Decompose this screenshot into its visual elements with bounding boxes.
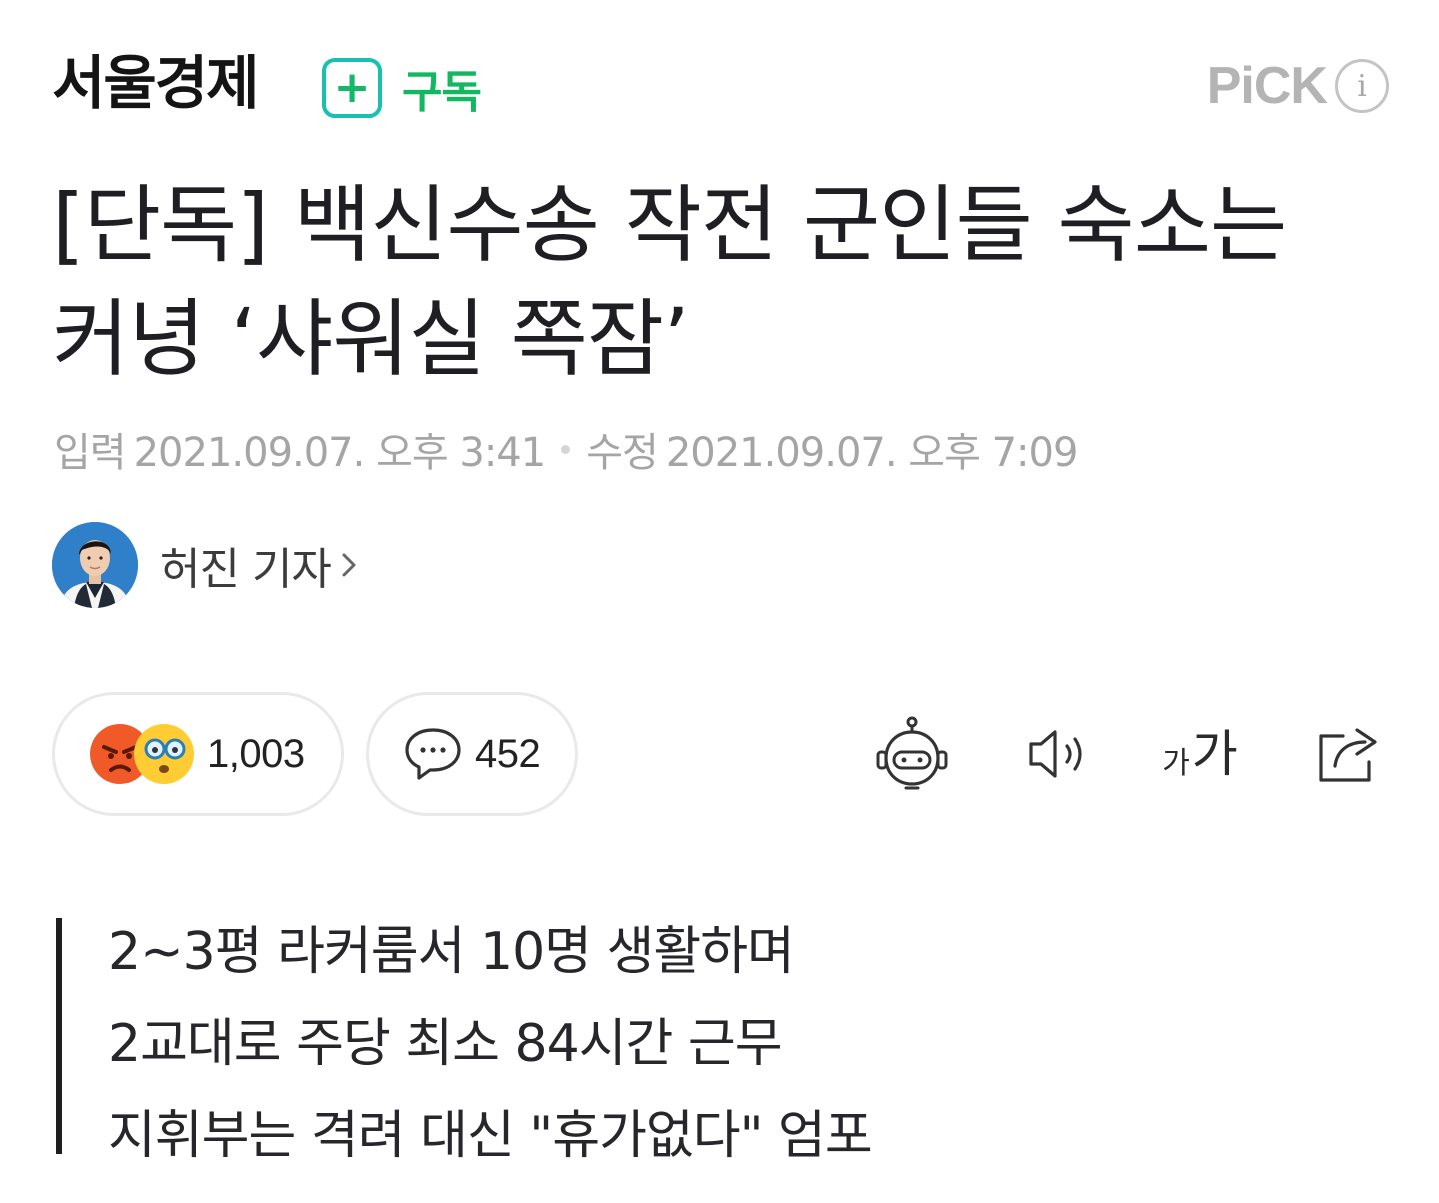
- surprised-face-icon: [134, 724, 194, 784]
- share-icon: [1319, 728, 1377, 782]
- summary-bot-icon: [876, 716, 948, 790]
- article-summary: 2~3평 라커룸서 10명 생활하며 2교대로 주당 최소 84시간 근무 지휘…: [56, 918, 873, 1166]
- reaction-count: 1,003: [207, 731, 305, 776]
- subscribe-button[interactable]: + 구독: [322, 56, 482, 120]
- summary-line: 2교대로 주당 최소 84시간 근무: [108, 1014, 783, 1074]
- font-small-glyph: 가: [1162, 746, 1190, 781]
- subscribe-label: 구독: [402, 67, 482, 118]
- comment-count: 452: [475, 731, 541, 776]
- pick-badge[interactable]: PiCK i: [1207, 56, 1389, 116]
- article-page: 서울경제 + 구독 PiCK i [단독] 백신수송 작전 군인들 숙소는 커녕…: [0, 0, 1439, 1203]
- text-to-speech-button[interactable]: [1016, 712, 1100, 796]
- comment-button[interactable]: 452: [366, 692, 578, 816]
- comment-bubble-icon: [405, 728, 461, 780]
- reporter-link[interactable]: 허진 기자: [52, 522, 361, 608]
- font-size-button[interactable]: 가 가: [1158, 712, 1242, 796]
- published-label: 입력: [54, 430, 127, 476]
- reaction-button[interactable]: 1,003: [52, 692, 344, 816]
- reporter-name: 허진 기자: [160, 544, 332, 595]
- summary-bot-button[interactable]: [870, 712, 954, 796]
- plus-icon: +: [322, 58, 382, 118]
- font-size-icon: 가 가: [1162, 729, 1238, 779]
- summary-line: 2~3평 라커룸서 10명 생활하며: [108, 922, 795, 982]
- reaction-faces: [89, 723, 195, 785]
- separator-dot: [561, 444, 571, 454]
- chevron-right-icon: [342, 553, 356, 577]
- article-title: [단독] 백신수송 작전 군인들 숙소는 커녕 ‘샤워실 쪽잠’: [52, 176, 1287, 388]
- speaker-icon: [1029, 730, 1082, 778]
- modified-label: 수정: [586, 430, 659, 476]
- press-logo[interactable]: 서울경제: [52, 46, 259, 120]
- modified-datetime: 2021.09.07. 오후 7:09: [665, 430, 1079, 476]
- share-button[interactable]: [1306, 712, 1390, 796]
- published-datetime: 2021.09.07. 오후 3:41: [133, 430, 547, 476]
- article-dates: 입력 2021.09.07. 오후 3:41 수정 2021.09.07. 오후…: [54, 420, 1079, 478]
- reporter-avatar: [52, 522, 138, 608]
- info-icon[interactable]: i: [1335, 59, 1389, 113]
- summary-line: 지휘부는 격려 대신 "휴가없다" 엄포: [108, 1106, 873, 1166]
- pick-label: PiCK: [1206, 57, 1328, 115]
- font-large-glyph: 가: [1191, 725, 1238, 783]
